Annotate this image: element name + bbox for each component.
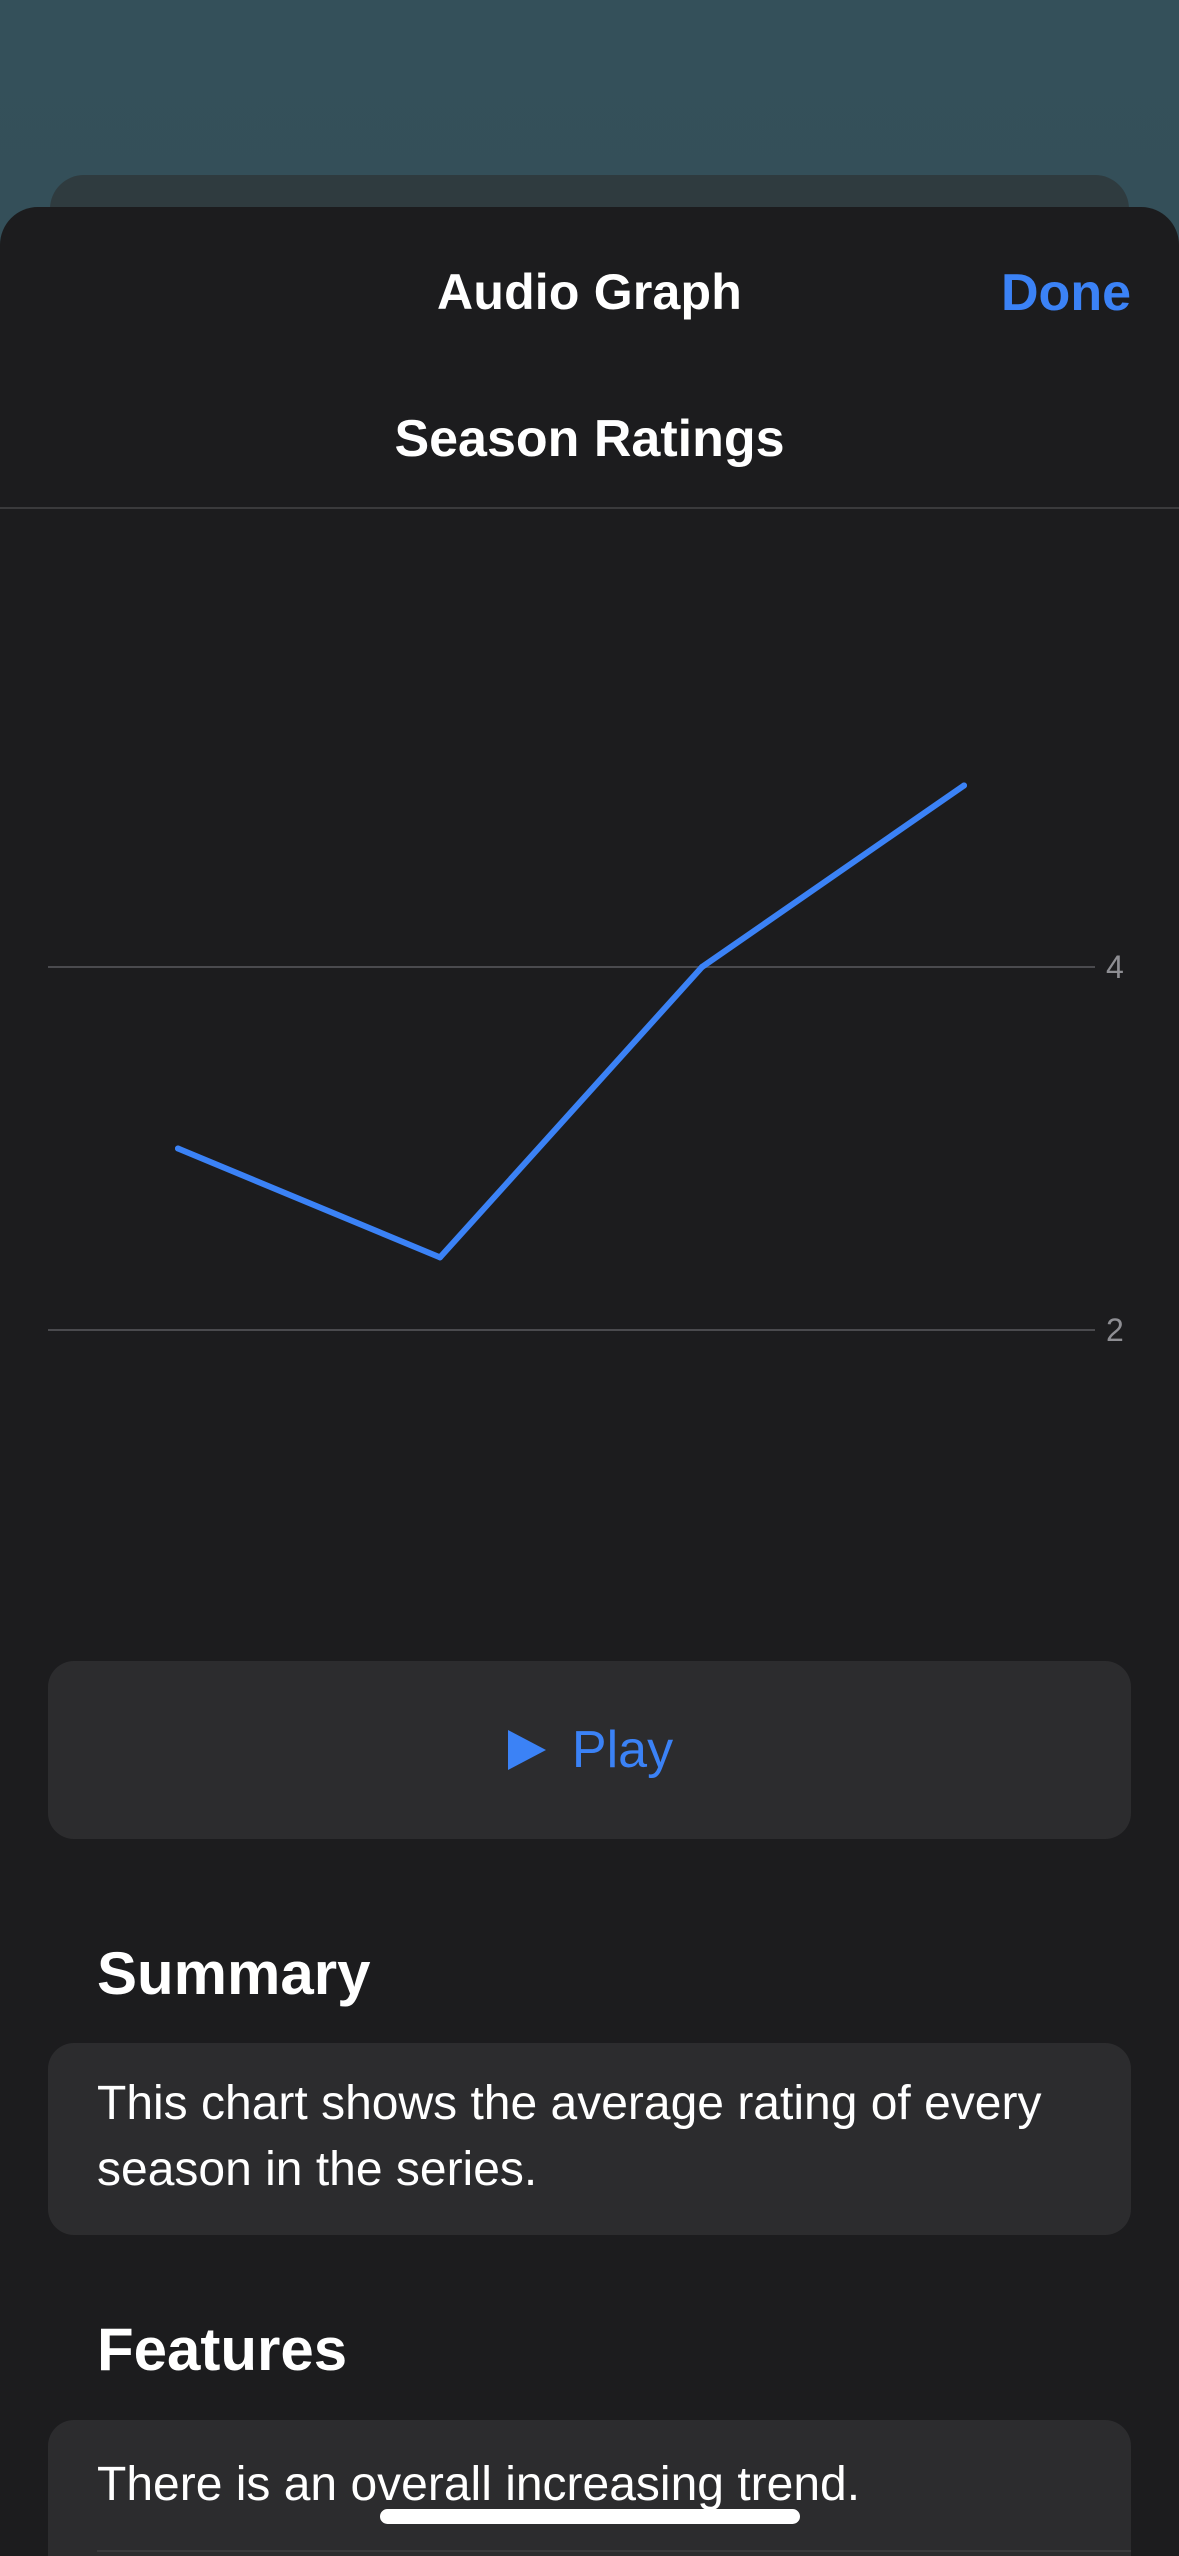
- play-icon: [507, 1730, 546, 1770]
- feature-row-divider: [97, 2550, 1131, 2552]
- audio-graph-sheet: Audio Graph Done Season Ratings 024Seaso…: [0, 207, 1179, 2556]
- home-indicator: [380, 2509, 800, 2524]
- data-point-0-2: [699, 964, 705, 970]
- done-button[interactable]: Done: [1001, 263, 1131, 323]
- line-chart: 024Season 1Season 5: [48, 782, 1124, 1747]
- y-tick-label-2: 2: [1106, 1312, 1124, 1348]
- y-tick-label-4: 4: [1106, 949, 1124, 985]
- features-header: Features: [97, 2316, 348, 2383]
- summary-card: This chart shows the average rating of e…: [48, 2043, 1131, 2235]
- series-line-0: [175, 782, 967, 1261]
- play-label: Play: [571, 1721, 674, 1779]
- data-point-0-1: [437, 1254, 443, 1261]
- play-button[interactable]: Play: [48, 1661, 1131, 1839]
- summary-text: This chart shows the average rating of e…: [97, 2077, 1042, 2196]
- data-point-0-3: [961, 782, 967, 789]
- features-card: There is an overall increasing trend.: [48, 2420, 1131, 2556]
- data-point-0-0: [175, 1145, 181, 1152]
- chart-title: Season Ratings: [394, 410, 785, 468]
- summary-header: Summary: [97, 1940, 371, 2007]
- screen: Audio Graph Done Season Ratings 024Seaso…: [0, 0, 1179, 2556]
